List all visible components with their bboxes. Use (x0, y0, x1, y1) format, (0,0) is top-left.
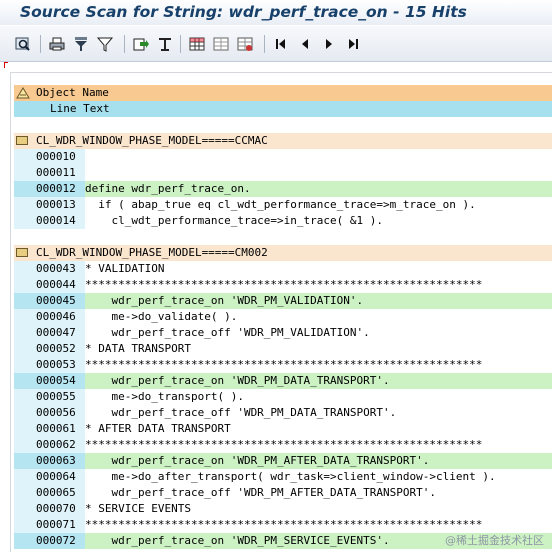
code-line-hit[interactable]: 000054 wdr_perf_trace_on 'WDR_PM_DATA_TR… (14, 373, 552, 389)
line-number: 000056 (36, 406, 76, 419)
line-text: cl_wdt_performance_trace=>in_trace( &1 )… (85, 214, 384, 227)
object-name: CL_WDR_WINDOW_PHASE_MODEL=====CCMAC (36, 134, 268, 147)
line-number: 000043 (36, 262, 76, 275)
object-name: CL_WDR_WINDOW_PHASE_MODEL=====CM002 (36, 246, 268, 259)
line-number: 000046 (36, 310, 76, 323)
line-number: 000044 (36, 278, 76, 291)
code-line[interactable]: 000047 wdr_perf_trace_off 'WDR_PM_VALIDA… (14, 325, 552, 341)
code-line[interactable]: 000011 (14, 165, 552, 181)
line-number: 000061 (36, 422, 76, 435)
line-number: 000012 (36, 182, 76, 195)
line-text: ****************************************… (85, 438, 483, 451)
line-text: wdr_perf_trace_on 'WDR_PM_DATA_TRANSPORT… (85, 374, 390, 387)
code-line[interactable]: 000071 **********************************… (14, 517, 552, 533)
line-text: * DATA TRANSPORT (85, 342, 191, 355)
code-line[interactable]: 000053 **********************************… (14, 357, 552, 373)
code-line[interactable]: 000014 cl_wdt_performance_trace=>in_trac… (14, 213, 552, 229)
toolbar (0, 25, 552, 62)
line-number: 000013 (36, 198, 76, 211)
line-text: ****************************************… (85, 518, 483, 531)
line-text: wdr_perf_trace_on 'WDR_PM_SERVICE_EVENTS… (85, 534, 390, 547)
line-text: me->do_after_transport( wdr_task=>client… (85, 470, 496, 483)
line-number: 000011 (36, 166, 76, 179)
code-line[interactable]: 000065 wdr_perf_trace_off 'WDR_PM_AFTER_… (14, 485, 552, 501)
folder-icon (16, 248, 28, 257)
layout-icon[interactable] (212, 35, 230, 53)
line-text: * AFTER DATA TRANSPORT (85, 422, 231, 435)
line-text: ****************************************… (85, 358, 483, 371)
code-line[interactable]: 000070 * SERVICE EVENTS (14, 501, 552, 517)
first-page-icon[interactable] (272, 35, 290, 53)
line-text: * VALIDATION (85, 262, 165, 275)
code-line[interactable]: 000056 wdr_perf_trace_off 'WDR_PM_DATA_T… (14, 405, 552, 421)
code-line[interactable]: 000043 * VALIDATION (14, 261, 552, 277)
line-text: wdr_perf_trace_off 'WDR_PM_AFTER_DATA_TR… (85, 486, 436, 499)
line-number: 000072 (36, 534, 76, 547)
line-number: 000071 (36, 518, 76, 531)
line-text: wdr_perf_trace_off 'WDR_PM_DATA_TRANSPOR… (85, 406, 397, 419)
watermark: @稀土掘金技术社区 (445, 534, 544, 547)
sort-icon[interactable] (156, 35, 174, 53)
code-line[interactable]: 000044 **********************************… (14, 277, 552, 293)
grid-icon[interactable] (188, 35, 206, 53)
code-line[interactable]: 000064 me->do_after_transport( wdr_task=… (14, 469, 552, 485)
sort-triangle-icon (16, 87, 30, 99)
column-header-line-label: Line Text (50, 102, 110, 115)
line-text: me->do_validate( ). (85, 310, 238, 323)
line-text: me->do_transport( ). (85, 390, 244, 403)
cursor-marker (4, 62, 8, 68)
line-text: define wdr_perf_trace_on. (85, 182, 251, 195)
line-number: 000010 (36, 150, 76, 163)
next-page-icon[interactable] (320, 35, 338, 53)
code-line[interactable]: 000010 (14, 149, 552, 165)
column-header-object-label: Object Name (36, 86, 109, 99)
funnel-icon[interactable] (96, 35, 114, 53)
line-number: 000053 (36, 358, 76, 371)
layout-change-icon[interactable] (236, 35, 254, 53)
code-line[interactable]: 000061 * AFTER DATA TRANSPORT (14, 421, 552, 437)
code-line-hit[interactable]: 000045 wdr_perf_trace_on 'WDR_PM_VALIDAT… (14, 293, 552, 309)
code-line-hit[interactable]: 000063 wdr_perf_trace_on 'WDR_PM_AFTER_D… (14, 453, 552, 469)
code-line-hit[interactable]: 000012 define wdr_perf_trace_on. (14, 181, 552, 197)
window-title: Source Scan for String: wdr_perf_trace_o… (0, 0, 552, 25)
print-icon[interactable] (48, 35, 66, 53)
line-number: 000047 (36, 326, 76, 339)
line-number: 000065 (36, 486, 76, 499)
line-number: 000045 (36, 294, 76, 307)
export-icon[interactable] (132, 35, 150, 53)
line-number: 000062 (36, 438, 76, 451)
line-text: ****************************************… (85, 278, 483, 291)
line-number: 000014 (36, 214, 76, 227)
find-icon[interactable] (14, 35, 32, 53)
line-number: 000052 (36, 342, 76, 355)
code-line[interactable]: 000055 me->do_transport( ). (14, 389, 552, 405)
line-number: 000055 (36, 390, 76, 403)
line-text: if ( abap_true eq cl_wdt_performance_tra… (85, 198, 476, 211)
last-page-icon[interactable] (344, 35, 362, 53)
line-number: 000064 (36, 470, 76, 483)
code-line[interactable]: 000052 * DATA TRANSPORT (14, 341, 552, 357)
object-row[interactable]: CL_WDR_WINDOW_PHASE_MODEL=====CCMAC (14, 133, 552, 149)
prev-page-icon[interactable] (296, 35, 314, 53)
code-line[interactable]: 000046 me->do_validate( ). (14, 309, 552, 325)
filter-icon[interactable] (72, 35, 90, 53)
line-text: wdr_perf_trace_off 'WDR_PM_VALIDATION'. (85, 326, 370, 339)
object-row[interactable]: CL_WDR_WINDOW_PHASE_MODEL=====CM002 (14, 245, 552, 261)
code-line[interactable]: 000062 **********************************… (14, 437, 552, 453)
line-number: 000070 (36, 502, 76, 515)
column-header-object[interactable]: Object Name (14, 85, 552, 101)
code-line[interactable]: 000013 if ( abap_true eq cl_wdt_performa… (14, 197, 552, 213)
line-number: 000054 (36, 374, 76, 387)
line-text: wdr_perf_trace_on 'WDR_PM_AFTER_DATA_TRA… (85, 454, 430, 467)
line-number: 000063 (36, 454, 76, 467)
folder-icon (16, 136, 28, 145)
column-header-line[interactable]: Line Text (14, 101, 552, 117)
line-text: * SERVICE EVENTS (85, 502, 191, 515)
line-text: wdr_perf_trace_on 'WDR_PM_VALIDATION'. (85, 294, 364, 307)
